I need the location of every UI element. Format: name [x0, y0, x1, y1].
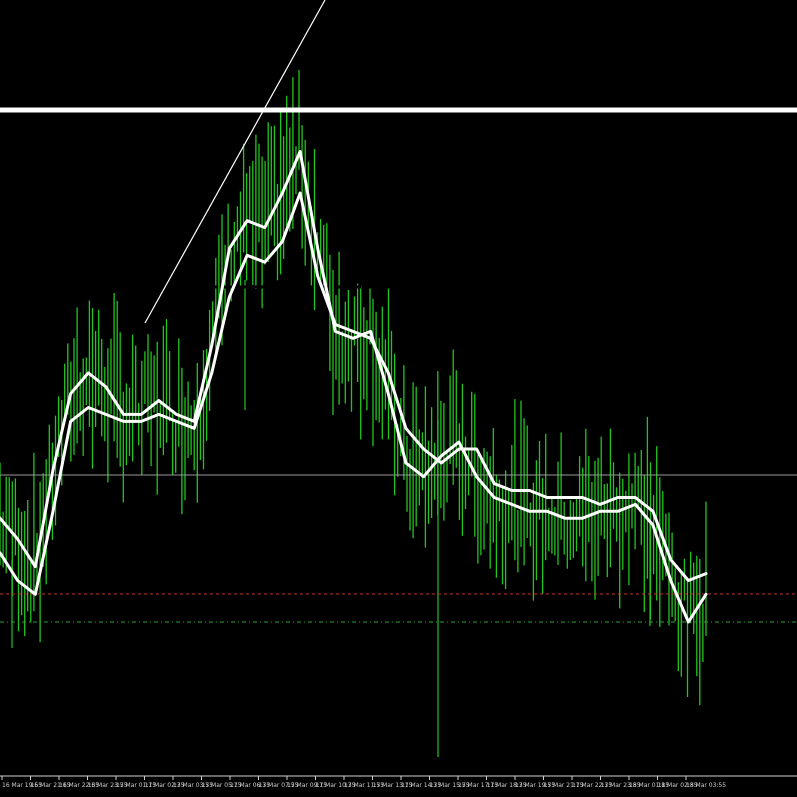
price-chart: 16 Mar 19:5516 Mar 21:1516 Mar 22:3516 M… — [0, 0, 797, 797]
x-tick-label: 18 Mar 03:55 — [686, 782, 726, 789]
